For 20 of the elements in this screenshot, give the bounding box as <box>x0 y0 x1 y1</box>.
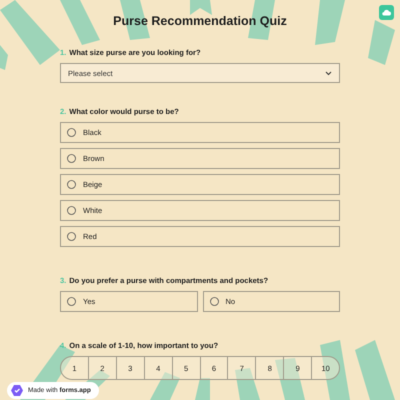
chevron-down-icon <box>325 70 332 76</box>
cloud-button[interactable] <box>379 5 394 20</box>
radio-icon <box>210 297 218 306</box>
background-stripe <box>195 378 210 400</box>
background-stripe <box>320 340 350 400</box>
logo-icon <box>11 385 23 396</box>
radio-icon <box>67 128 76 137</box>
background-stripe <box>190 0 212 15</box>
background-stripe <box>275 358 305 400</box>
quiz-title: Purse Recommendation Quiz <box>112 14 288 28</box>
radio-icon <box>67 180 76 189</box>
radio-icon <box>67 232 76 241</box>
background-stripe <box>368 20 395 65</box>
cloud-icon <box>382 9 391 16</box>
radio-icon <box>67 206 76 215</box>
radio-icon <box>67 154 76 163</box>
background-stripe <box>315 0 345 45</box>
background-stripe <box>150 372 180 400</box>
radio-icon <box>67 297 76 306</box>
background-stripe <box>355 340 395 400</box>
